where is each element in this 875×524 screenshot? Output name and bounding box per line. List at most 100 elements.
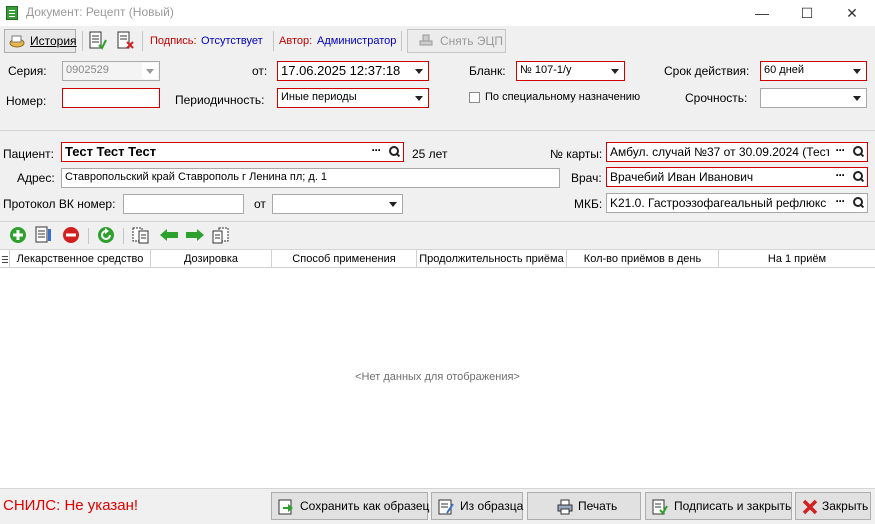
column-header-duration[interactable]: Продолжительность приёма <box>417 250 567 268</box>
toolbar-separator <box>273 31 274 51</box>
chevron-down-icon <box>411 90 427 106</box>
toolbar: История Подпись: Отсутствует Автор: Адми… <box>0 26 875 56</box>
column-header-dosage[interactable]: Дозировка <box>151 250 272 268</box>
window-title: Документ: Рецепт (Новый) <box>26 5 174 19</box>
doctor-label: Врач: <box>571 171 602 185</box>
patient-field[interactable]: Тест Тест Тест ··· <box>61 142 404 162</box>
patient-age: 25 лет <box>412 147 448 161</box>
toolbar-separator <box>88 228 89 244</box>
chevron-down-icon <box>607 63 623 79</box>
search-icon <box>851 145 865 159</box>
toolbar-separator <box>123 228 124 244</box>
sign-document-icon[interactable] <box>89 31 107 51</box>
periodicity-select[interactable]: Иные периоды <box>277 88 429 108</box>
doctor-field[interactable]: Врачебий Иван Иванович ··· <box>606 167 868 187</box>
protocol-label: Протокол ВК номер: <box>3 197 116 211</box>
history-icon <box>9 34 25 48</box>
close-window-button[interactable]: ✕ <box>829 0 875 26</box>
urgency-label: Срочность: <box>685 91 748 105</box>
urgency-select[interactable] <box>760 88 867 108</box>
toolbar-separator <box>142 31 143 51</box>
refresh-icon[interactable] <box>97 226 115 244</box>
series-select: 0902529 <box>62 61 160 81</box>
medications-grid[interactable]: Лекарственное средство Дозировка Способ … <box>0 249 875 488</box>
mkb-field[interactable]: K21.0. Гастроэзофагеальный рефлюкс с эзо… <box>606 193 868 213</box>
close-label: Закрыть <box>822 499 869 513</box>
special-purpose-label: По специальному назначению <box>485 91 641 103</box>
blank-select[interactable]: № 107-1/у <box>516 61 625 81</box>
save-as-template-button[interactable]: Сохранить как образец <box>271 492 429 520</box>
close-icon <box>802 498 818 515</box>
special-purpose-checkbox[interactable] <box>469 92 480 103</box>
address-field[interactable]: Ставропольский край Ставрополь г Ленина … <box>61 168 560 188</box>
chevron-down-icon <box>849 63 865 79</box>
sign-and-close-label: Подписать и закрыть <box>674 499 792 513</box>
protocol-from-label: от <box>254 197 266 211</box>
sign-icon <box>652 498 668 515</box>
mkb-label: МКБ: <box>574 197 603 211</box>
card-field[interactable]: Амбул. случай №37 от 30.09.2024 (Тест Те… <box>606 142 868 162</box>
search-icon <box>851 196 865 210</box>
author-label: Автор: <box>279 35 313 47</box>
edit-row-icon[interactable] <box>35 226 53 244</box>
search-icon <box>851 170 865 184</box>
more-icon: ··· <box>371 143 382 157</box>
printer-icon <box>557 498 573 515</box>
search-icon <box>387 145 401 159</box>
bottom-bar: СНИЛС: Не указан! Сохранить как образец … <box>0 488 875 522</box>
from-template-button[interactable]: Из образца <box>431 492 523 520</box>
signature-label: Подпись: <box>150 35 197 47</box>
chevron-down-icon <box>385 196 401 212</box>
card-label: № карты: <box>550 147 603 161</box>
date-from-field[interactable]: 17.06.2025 12:37:18 <box>277 61 429 81</box>
number-label: Номер: <box>6 94 47 108</box>
app-icon <box>6 6 18 20</box>
author-value: Администратор <box>317 35 397 47</box>
more-icon: ··· <box>835 168 846 182</box>
periodicity-label: Периодичность: <box>175 93 265 107</box>
add-row-icon[interactable] <box>9 226 27 244</box>
copy-right-icon[interactable] <box>212 226 230 244</box>
minimize-button[interactable]: — <box>739 0 785 26</box>
section-divider <box>0 130 875 131</box>
protocol-date-select[interactable] <box>272 194 403 214</box>
number-field[interactable] <box>62 88 160 108</box>
arrow-left-icon[interactable] <box>159 226 179 244</box>
save-template-icon <box>278 498 294 515</box>
sign-and-close-button[interactable]: Подписать и закрыть <box>645 492 792 520</box>
validity-select[interactable]: 60 дней <box>760 61 867 81</box>
remove-signature-label: Снять ЭЦП <box>440 34 503 48</box>
empty-grid-message: <Нет данных для отображения> <box>355 371 520 383</box>
arrow-right-icon[interactable] <box>185 226 205 244</box>
toolbar-separator <box>401 31 402 51</box>
print-button[interactable]: Печать <box>527 492 641 520</box>
delete-signature-icon[interactable] <box>117 31 135 51</box>
more-icon: ··· <box>835 143 846 157</box>
chevron-down-icon <box>849 90 865 106</box>
patient-label: Пациент: <box>3 147 55 161</box>
signature-value: Отсутствует <box>201 35 263 47</box>
blank-label: Бланк: <box>469 64 506 78</box>
protocol-number-field[interactable] <box>123 194 244 214</box>
copy-left-icon[interactable] <box>132 226 150 244</box>
from-template-label: Из образца <box>460 499 524 513</box>
title-bar: Документ: Рецепт (Новый) — ☐ ✕ <box>0 0 875 26</box>
chevron-down-icon <box>142 63 158 79</box>
from-template-icon <box>438 498 454 515</box>
history-button[interactable]: История <box>4 29 77 53</box>
close-button[interactable]: Закрыть <box>795 492 871 520</box>
stamp-icon <box>418 34 434 48</box>
remove-signature-button[interactable]: Снять ЭЦП <box>407 29 506 53</box>
column-header-times-per-day[interactable]: Кол-во приёмов в день <box>567 250 719 268</box>
series-label: Серия: <box>8 64 47 78</box>
toolbar-separator <box>82 31 83 51</box>
column-header-medication[interactable]: Лекарственное средство <box>10 250 151 268</box>
column-header-per-dose[interactable]: На 1 приём <box>719 250 875 268</box>
row-indicator-header[interactable] <box>0 250 10 268</box>
column-header-method[interactable]: Способ применения <box>272 250 417 268</box>
maximize-button[interactable]: ☐ <box>784 0 830 26</box>
delete-row-icon[interactable] <box>62 226 80 244</box>
from-label: от: <box>252 64 268 78</box>
validity-label: Срок действия: <box>664 64 750 78</box>
more-icon: ··· <box>835 194 846 208</box>
